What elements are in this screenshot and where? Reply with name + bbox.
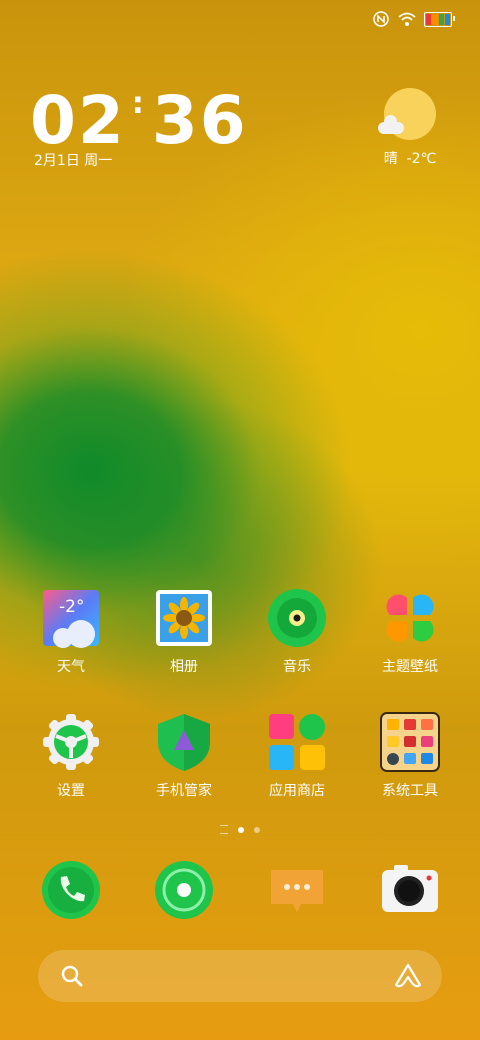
app-phone-manager[interactable]: 手机管家 — [134, 712, 234, 800]
system-tools-folder-icon — [380, 712, 440, 772]
app-store-icon — [267, 712, 327, 772]
weather-app-icon: -2° — [41, 588, 101, 648]
app-label: 音乐 — [283, 659, 311, 675]
wifi-icon — [398, 12, 416, 26]
app-label: 主题壁纸 — [382, 659, 438, 675]
clock-hour: 02 — [30, 82, 126, 159]
minus-one-screen-indicator — [220, 825, 228, 834]
dock-phone[interactable] — [21, 860, 121, 928]
page-indicator[interactable] — [0, 825, 480, 834]
app-label: 应用商店 — [269, 783, 325, 799]
weather-summary: 晴 -2℃ — [370, 148, 450, 168]
clock-widget[interactable]: 02:36 — [30, 88, 248, 154]
dock-messages[interactable] — [247, 860, 347, 928]
phone-icon — [41, 860, 101, 920]
sunny-cloudy-icon — [378, 88, 436, 140]
app-gallery[interactable]: 相册 — [134, 588, 234, 676]
app-weather[interactable]: -2° 天气 — [21, 588, 121, 676]
music-icon — [267, 588, 327, 648]
app-store[interactable]: 应用商店 — [247, 712, 347, 800]
page-dot-active — [238, 826, 244, 833]
app-label: 天气 — [57, 659, 85, 675]
camera-icon — [380, 860, 440, 920]
settings-gear-icon — [41, 712, 101, 772]
app-label: 手机管家 — [156, 783, 212, 799]
gallery-icon — [154, 588, 214, 648]
folder-system-tools[interactable]: 系统工具 — [360, 712, 460, 800]
weather-app-temp: -2° — [59, 597, 84, 617]
app-settings[interactable]: 设置 — [21, 712, 121, 800]
theme-icon — [380, 588, 440, 648]
messages-icon — [267, 860, 327, 920]
date-text: 2月1日 周一 — [34, 153, 113, 169]
weather-widget[interactable]: 晴 -2℃ — [370, 88, 450, 168]
search-bar[interactable] — [38, 950, 442, 1002]
app-label: 相册 — [170, 659, 198, 675]
app-label: 系统工具 — [382, 783, 438, 799]
app-label: 设置 — [57, 783, 85, 799]
app-music[interactable]: 音乐 — [247, 588, 347, 676]
phone-manager-shield-icon — [154, 712, 214, 772]
weather-temperature: -2℃ — [406, 151, 437, 167]
clock-minute: 36 — [151, 82, 248, 159]
browser-icon — [154, 860, 214, 920]
clock-separator: : — [131, 86, 146, 121]
dock-browser[interactable] — [134, 860, 234, 928]
battery-icon — [424, 11, 455, 27]
assistant-icon[interactable] — [394, 963, 422, 989]
app-theme[interactable]: 主题壁纸 — [360, 588, 460, 676]
search-icon[interactable] — [60, 964, 84, 988]
dock-camera[interactable] — [360, 860, 460, 928]
nfc-icon — [373, 11, 389, 27]
page-dot — [254, 826, 260, 833]
status-bar — [372, 10, 455, 28]
weather-condition: 晴 — [383, 151, 398, 167]
